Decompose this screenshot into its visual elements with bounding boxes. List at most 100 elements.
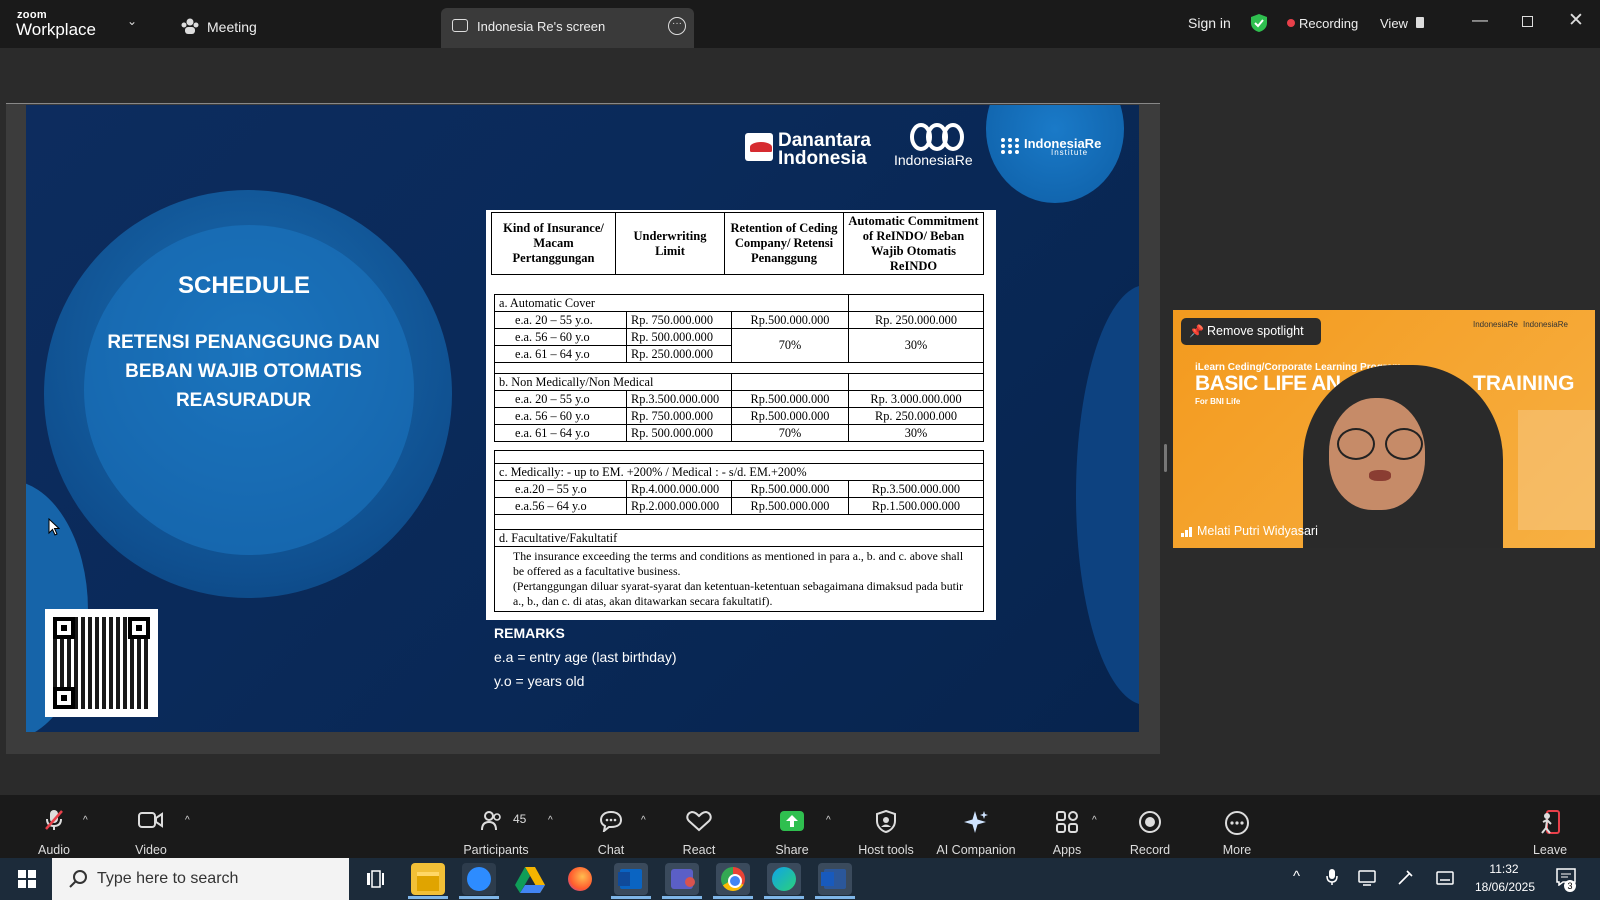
audio-label: Audio [38,843,70,857]
table-row: e.a. 56 – 60 y.o Rp. 500.000.000 70% 30% [494,328,984,363]
danantara-logo: Danantara Indonesia [778,130,871,169]
header-retention: Retention of Ceding Company/ Retensi Pen… [724,212,844,275]
slide-subtitle: RETENSI PENANGGUNG DAN BEBAN WAJIB OTOMA… [107,332,380,411]
share-screen-icon [780,811,804,831]
word-icon[interactable] [818,863,852,895]
chat-caret-icon[interactable]: ^ [641,815,646,826]
clock-time[interactable]: 11:32 [1474,862,1534,876]
shield-check-icon[interactable] [1250,13,1268,33]
host-tools-label: Host tools [858,843,914,857]
pin-icon: 📌 [1189,324,1204,338]
running-indicator [611,896,651,899]
show-hidden-icons[interactable]: ^ [1293,868,1300,885]
table-row: e.a. 20 – 55 y.o Rp.3.500.000.000 Rp.500… [494,390,984,408]
teams-icon[interactable] [665,863,699,895]
audio-options-caret-icon[interactable]: ^ [83,815,88,826]
google-drive-icon[interactable] [513,863,547,895]
meeting-tab[interactable]: Meeting [207,19,257,35]
video-bg-banner-for: For BNI Life [1195,397,1241,406]
table-sections-ab: a. Automatic Cover e.a. 20 – 55 y.o. Rp.… [494,294,984,442]
app-logo-workplace: Workplace [16,20,96,39]
row-commit: 30% [848,424,984,442]
file-explorer-icon[interactable] [411,863,445,895]
speaker-mouth [1369,470,1391,481]
indonesiare-logo: IndonesiaRe [894,152,973,168]
zoom-app-icon[interactable] [462,863,496,895]
section-title: c. Medically: - up to EM. +200% / Medica… [494,463,984,481]
recording-indicator[interactable]: Recording [1299,16,1358,31]
view-icon [1416,17,1424,28]
search-placeholder: Type here to search [97,870,239,887]
taskbar-search-box[interactable]: Type here to search [52,858,349,900]
remarks-line: y.o = years old [494,673,585,689]
share-caret-icon[interactable]: ^ [826,815,831,826]
screen-share-icon [452,19,468,32]
row-retention: Rp.500.000.000 [731,497,849,515]
participants-caret-icon[interactable]: ^ [548,815,553,826]
panel-resize-handle[interactable] [1164,444,1167,472]
retention-table: Kind of Insurance/ Macam Pertanggungan U… [486,210,996,620]
task-view-icon[interactable] [366,870,384,888]
meeting-icon[interactable] [180,17,200,35]
section-title: b. Non Medically/Non Medical [494,373,732,391]
speaker-video-tile[interactable]: IndonesiaRe IndonesiaRe iLearn Ceding/Co… [1173,310,1595,548]
glasses-icon [1385,428,1423,460]
record-icon [1139,811,1161,833]
row-retention: 70% [731,328,849,363]
row-limit: Rp. 250.000.000 [626,345,732,363]
pen-icon[interactable] [1396,869,1414,887]
ai-companion-label: AI Companion [936,843,1016,857]
minimize-icon[interactable]: — [1472,12,1488,30]
row-retention: Rp.500.000.000 [731,480,849,498]
apps-caret-icon[interactable]: ^ [1092,815,1097,826]
row-retention: Rp.500.000.000 [731,407,849,425]
video-bg-banner-big: BASIC LIFE AN [1195,372,1341,395]
view-button[interactable]: View [1380,16,1408,31]
glasses-icon [1337,428,1375,460]
row-retention: 70% [731,424,849,442]
row-label: e.a. 61 – 64 y.o [494,424,627,442]
running-indicator [662,896,702,899]
outlook-icon[interactable] [614,863,648,895]
qr-code [45,609,158,717]
running-indicator [764,896,804,899]
row-label: e.a.20 – 55 y.o [494,480,627,498]
remarks-line: e.a = entry age (last birthday) [494,649,677,665]
video-bg-logo: IndonesiaRe [1523,320,1568,329]
row-commit: Rp.3.500.000.000 [848,480,984,498]
clock-date[interactable]: 18/06/2025 [1470,880,1540,894]
row-label: e.a. 56 – 60 y.o [494,407,627,425]
video-options-caret-icon[interactable]: ^ [185,815,190,826]
mouse-cursor-icon [48,518,60,536]
table-header: Kind of Insurance/ Macam Pertanggungan U… [491,212,984,275]
participants-count: 45 [513,812,527,826]
leave-label: Leave [1532,843,1568,857]
keyboard-icon[interactable] [1436,871,1454,885]
institute-logo-sub: Institute [1051,148,1089,157]
firefox-icon[interactable] [563,863,597,895]
header-kind: Kind of Insurance/ Macam Pertanggungan [491,212,616,275]
institute-logo-icon [1001,138,1019,154]
row-commit: Rp. 250.000.000 [848,407,984,425]
close-icon[interactable]: ✕ [1568,9,1584,32]
table-row: c. Medically: - up to EM. +200% / Medica… [494,463,984,481]
video-bg-logo: IndonesiaRe [1473,320,1518,329]
chrome-icon[interactable] [716,863,750,895]
edge-icon[interactable] [767,863,801,895]
microphone-icon[interactable] [1326,868,1338,886]
video-bg-banner-big-right: TRAINING [1473,372,1575,395]
apps-icon [1056,811,1078,833]
facultative-text-id: (Pertanggungan diluar syarat-syarat dan … [513,579,964,608]
windows-start-icon[interactable] [18,870,36,888]
table-sections-cd: c. Medically: - up to EM. +200% / Medica… [494,450,984,612]
sign-in-button[interactable]: Sign in [1188,15,1231,31]
maximize-icon[interactable] [1522,16,1533,27]
display-icon[interactable] [1358,870,1376,886]
react-label: React [682,843,716,857]
table-row [494,362,984,374]
table-row: b. Non Medically/Non Medical [494,373,984,391]
more-options-icon[interactable]: ··· [668,17,686,35]
table-row: a. Automatic Cover [494,294,984,312]
shield-icon [876,810,896,834]
chevron-down-icon[interactable]: ⌄ [127,14,137,28]
